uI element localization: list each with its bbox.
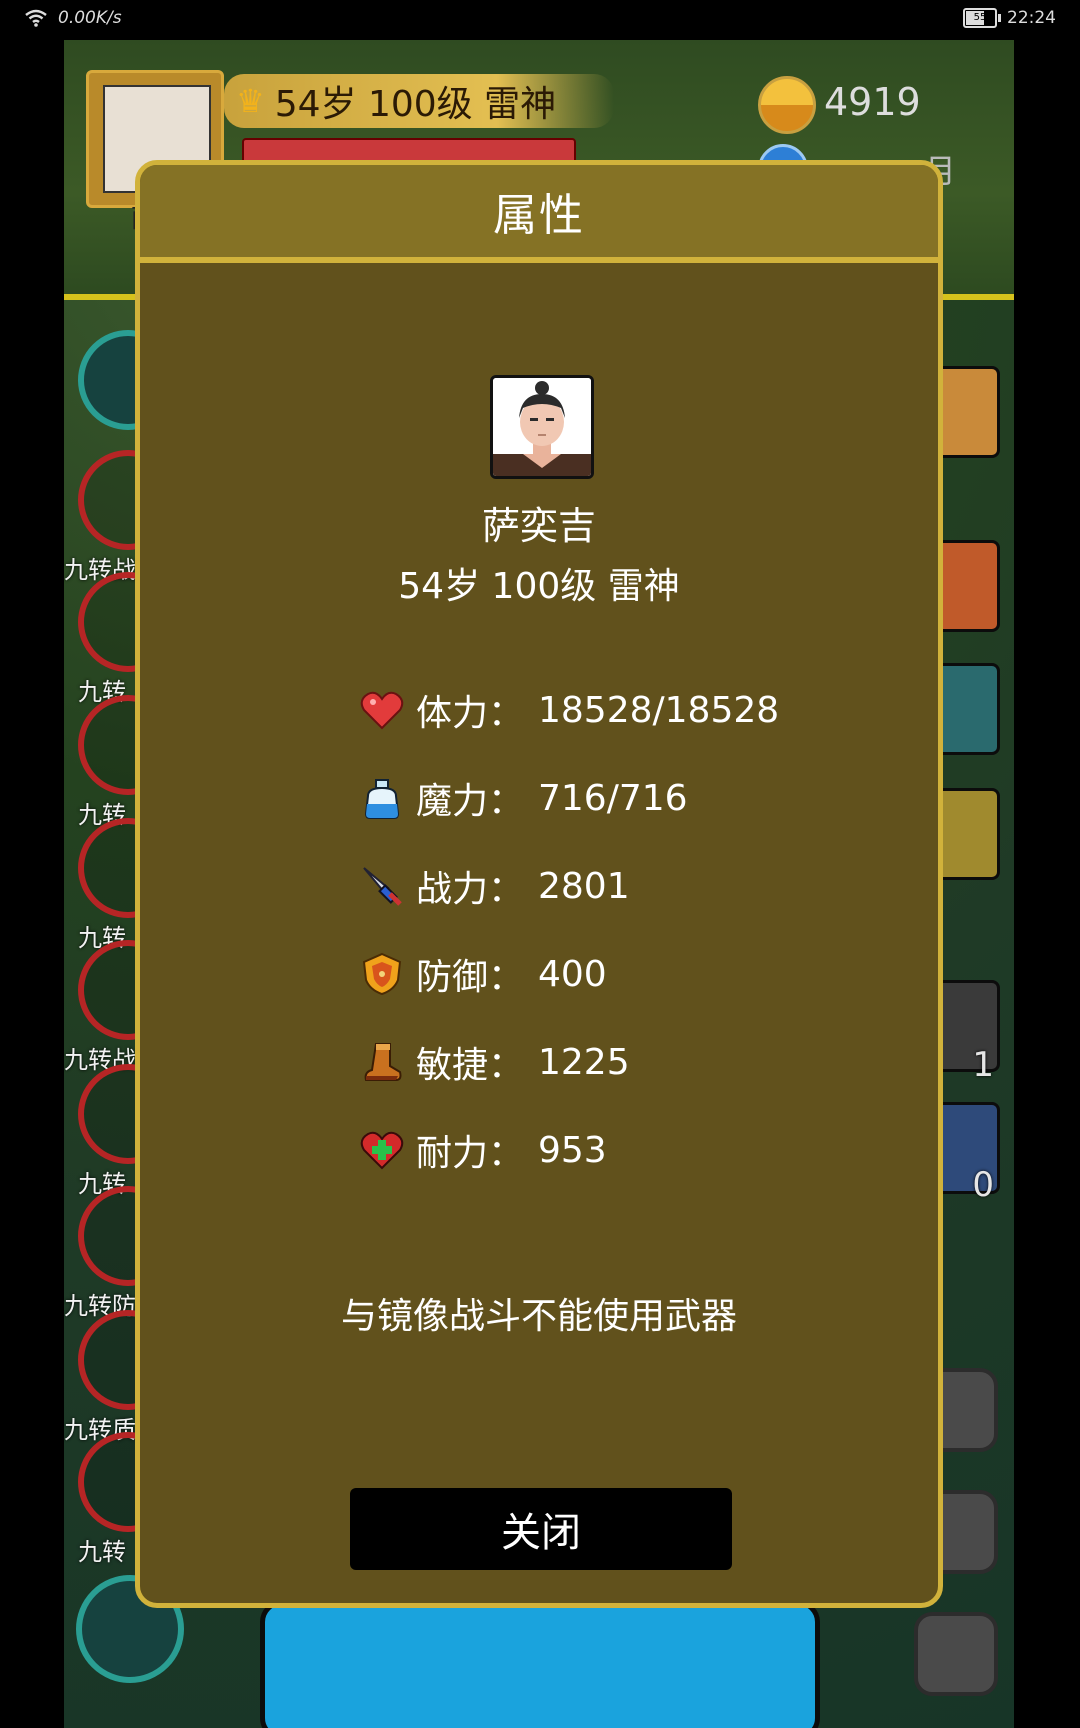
character-level: 54岁 100级 雷神: [398, 566, 680, 607]
character-name: 萨奕吉: [481, 504, 596, 548]
character-face-icon: [493, 378, 591, 476]
stat-label: 魔力：: [416, 781, 525, 822]
sword-icon: [358, 862, 406, 910]
battery-level: 55: [973, 12, 987, 23]
attributes-dialog: 属性 萨奕吉 54岁 100级 雷神 体力： 18528/18528 魔力： 7…: [135, 160, 943, 1608]
stat-value: 18528/18528: [538, 689, 780, 731]
stat-label: 体力：: [416, 693, 525, 734]
stat-value: 2801: [538, 865, 630, 907]
wifi-icon: [25, 9, 47, 27]
heart-icon: [358, 686, 406, 734]
status-time: 22:24: [1007, 8, 1056, 28]
stat-label: 敏捷：: [416, 1045, 525, 1086]
stat-row-endurance: 耐力： 953: [358, 1120, 607, 1180]
stat-row-defense: 防御： 400: [358, 944, 607, 1004]
stat-value: 1225: [538, 1041, 630, 1083]
stat-label: 耐力：: [416, 1133, 525, 1174]
stat-value: 953: [538, 1129, 607, 1171]
character-portrait: [490, 375, 594, 479]
mana-potion-icon: [358, 774, 406, 822]
stat-row-power: 战力： 2801: [358, 856, 630, 916]
stat-value: 400: [538, 953, 607, 995]
boot-icon: [358, 1038, 406, 1086]
status-left: 0.00K/s: [24, 8, 122, 28]
status-bar: 0.00K/s 55 22:24: [0, 0, 1080, 40]
shield-icon: [358, 950, 406, 998]
status-right: 55 22:24: [963, 8, 1056, 28]
dialog-header: 属性: [140, 165, 938, 263]
stat-label: 防御：: [416, 957, 525, 998]
stat-label: 战力：: [416, 869, 525, 910]
heart-plus-icon: [358, 1126, 406, 1174]
dialog-title: 属性: [493, 190, 585, 241]
stat-row-mana: 魔力： 716/716: [358, 768, 688, 828]
stat-row-stamina: 体力： 18528/18528: [358, 680, 779, 740]
network-speed: 0.00K/s: [58, 8, 122, 28]
stat-row-agility: 敏捷： 1225: [358, 1032, 630, 1092]
mirror-battle-note: 与镜像战斗不能使用武器: [340, 1296, 737, 1337]
close-button[interactable]: 关闭: [350, 1488, 732, 1570]
stat-value: 716/716: [538, 777, 688, 819]
battery-icon: 55: [963, 8, 1001, 28]
